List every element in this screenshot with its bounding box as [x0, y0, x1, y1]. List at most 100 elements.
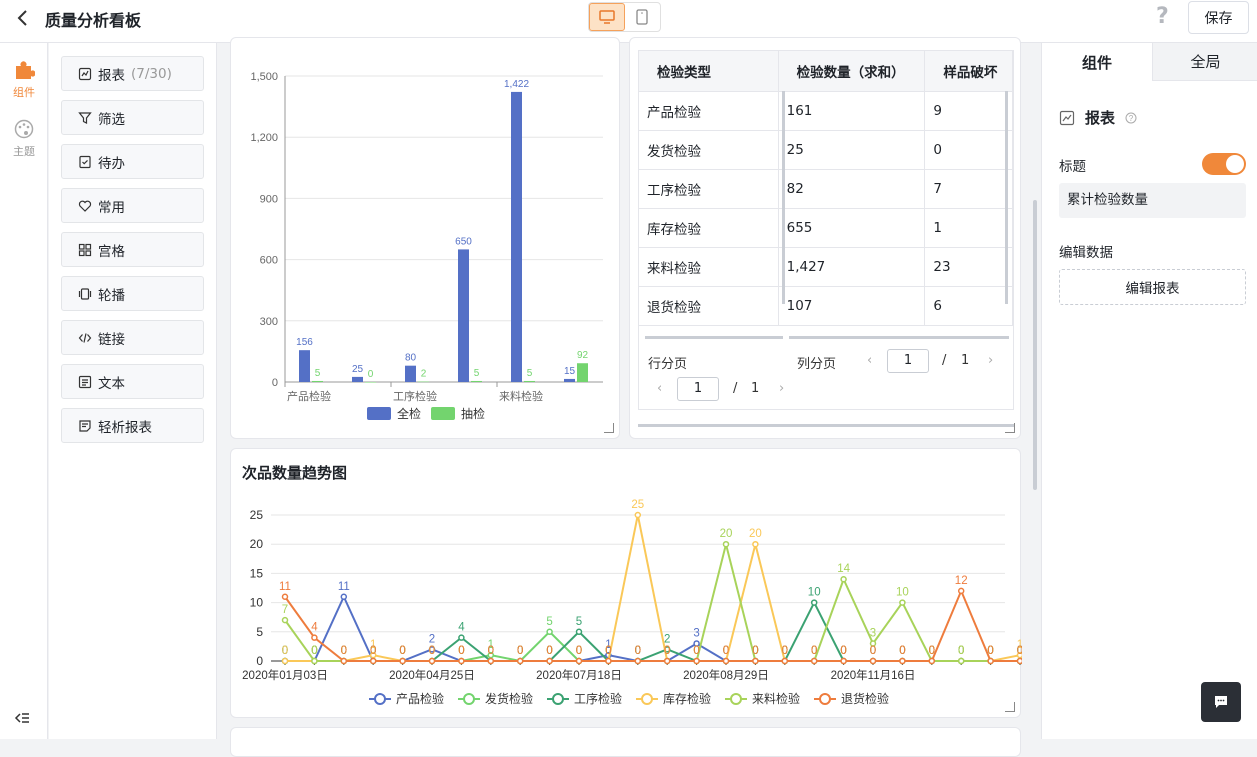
vertical-scrollbar[interactable]: [782, 91, 785, 304]
resize-handle[interactable]: [1005, 423, 1015, 433]
y-tick-label: 5: [256, 625, 263, 639]
chevron-right-icon[interactable]: ›: [988, 353, 993, 368]
x-tick-label: 来料检验: [499, 389, 543, 403]
row-page-input[interactable]: 1: [677, 377, 719, 401]
y-tick-label: 1,500: [250, 71, 278, 83]
data-point: [840, 657, 847, 665]
legend-label[interactable]: 全检: [397, 406, 421, 421]
help-icon[interactable]: ?: [1156, 4, 1169, 29]
data-point: [428, 657, 436, 665]
code-icon: [78, 331, 92, 345]
line-chart-card[interactable]: 次品数量趋势图 0 5 10 15 20 25 2020年01月03日 2020年04月25日…: [230, 448, 1053, 718]
palette-item-filter[interactable]: 筛选: [61, 100, 204, 135]
data-point: [399, 657, 406, 665]
point-data-label: 0: [635, 645, 641, 657]
palette-item-label: 常用: [98, 199, 125, 216]
title-input[interactable]: 累计检验数量: [1059, 183, 1246, 218]
point-data-label: 3: [870, 627, 876, 639]
resize-handle[interactable]: [1005, 702, 1015, 712]
table-row: 产品检验 161 9: [639, 91, 1013, 131]
legend-marker[interactable]: [730, 693, 742, 705]
palette-item-chart[interactable]: 报表 (7/30): [61, 56, 204, 91]
y-tick-label: 300: [260, 316, 278, 328]
point-data-label: 14: [837, 563, 850, 575]
palette-item-label: 链接: [98, 331, 125, 348]
data-point: [281, 593, 289, 601]
y-tick-label: 0: [256, 654, 263, 668]
tab-global[interactable]: 全局: [1152, 43, 1257, 81]
col-page-total: 1: [961, 353, 970, 368]
legend-marker[interactable]: [552, 693, 564, 705]
data-point: [458, 657, 465, 665]
table-cell: 退货检验: [639, 286, 779, 326]
legend-label[interactable]: 来料检验: [752, 691, 800, 706]
point-data-label: 5: [576, 616, 582, 628]
rail-item-theme[interactable]: 主题: [0, 118, 48, 159]
table-card[interactable]: 检验类型 检验数量（求和） 样品破坏 产品检验 161 9 发货检验 25 0 工序检验 82…: [629, 37, 1021, 439]
legend-swatch[interactable]: [431, 407, 455, 420]
data-point: [781, 657, 789, 665]
filter-icon: [78, 111, 92, 125]
point-data-label: 0: [311, 645, 317, 657]
bar-chart-card[interactable]: 0 300 600 900 1,200 1,500 156 5 产品检验 25 0 80 2 工序检验 65…: [230, 37, 620, 439]
grid-icon: [78, 243, 92, 257]
horizontal-scrollbar[interactable]: [789, 336, 1009, 339]
point-data-label: 10: [896, 587, 909, 599]
save-button[interactable]: 保存: [1188, 1, 1249, 34]
point-data-label: 20: [749, 528, 762, 540]
chat-button[interactable]: [1201, 682, 1241, 722]
legend-label[interactable]: 工序检验: [574, 691, 622, 706]
palette-item-code[interactable]: 链接: [61, 320, 204, 355]
table-cell: 工序检验: [639, 169, 779, 209]
palette-item-grid[interactable]: 宫格: [61, 232, 204, 267]
device-switch: [588, 2, 661, 32]
legend-marker[interactable]: [641, 693, 653, 705]
point-data-label: 0: [958, 645, 964, 657]
data-point: [899, 599, 906, 606]
edit-table-button[interactable]: 编辑报表: [1059, 269, 1246, 305]
horizontal-scrollbar[interactable]: [638, 424, 1014, 427]
series-line-库存检验: [285, 514, 1050, 662]
col-page-input[interactable]: 1: [887, 349, 929, 373]
text-icon: [78, 375, 92, 389]
palette-item-report[interactable]: 轻析报表: [61, 408, 204, 443]
rail-item-components[interactable]: 组件: [0, 59, 48, 100]
next-card[interactable]: [230, 727, 1021, 757]
canvas-scrollbar[interactable]: [1033, 200, 1037, 490]
point-data-label: 0: [782, 645, 788, 657]
carousel-icon: [78, 287, 92, 301]
legend-marker[interactable]: [463, 693, 475, 705]
legend-label[interactable]: 产品检验: [396, 691, 444, 706]
palette-item-todo[interactable]: 待办: [61, 144, 204, 179]
chevron-left-icon[interactable]: ‹: [657, 381, 662, 396]
point-data-label: 0: [282, 645, 288, 657]
chevron-left-icon[interactable]: ‹: [867, 353, 872, 368]
legend-marker[interactable]: [374, 693, 386, 705]
legend-label[interactable]: 发货检验: [485, 691, 533, 706]
horizontal-scrollbar[interactable]: [645, 336, 783, 339]
palette-item-carousel[interactable]: 轮播: [61, 276, 204, 311]
legend-swatch[interactable]: [367, 407, 391, 420]
legend-marker[interactable]: [819, 693, 831, 705]
resize-handle[interactable]: [604, 423, 614, 433]
desktop-view-button[interactable]: [589, 3, 625, 31]
bar-抽检: [577, 363, 588, 382]
bar-抽检: [365, 382, 376, 383]
back-icon[interactable]: [14, 8, 34, 28]
data-point: [546, 628, 553, 636]
mobile-view-button[interactable]: [625, 3, 660, 31]
info-icon[interactable]: ?: [1125, 112, 1137, 124]
point-data-label: 25: [631, 499, 644, 511]
table-cell: 产品检验: [639, 91, 779, 131]
legend-label[interactable]: 库存检验: [663, 691, 711, 706]
tab-components[interactable]: 组件: [1042, 43, 1152, 81]
legend-label[interactable]: 抽检: [461, 406, 485, 421]
chevron-right-icon[interactable]: ›: [779, 381, 784, 396]
legend-label[interactable]: 退货检验: [841, 691, 889, 706]
vertical-scrollbar[interactable]: [1005, 91, 1008, 304]
palette-item-text[interactable]: 文本: [61, 364, 204, 399]
title-toggle[interactable]: [1202, 153, 1246, 175]
x-tick-label: 2020年04月25日: [389, 668, 475, 682]
collapse-icon[interactable]: [14, 711, 30, 729]
palette-item-heart[interactable]: 常用: [61, 188, 204, 223]
